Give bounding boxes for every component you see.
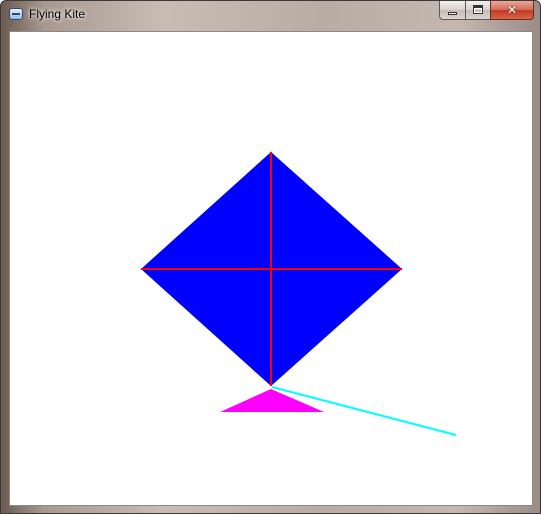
application-window: Flying Kite ✕: [0, 0, 541, 514]
title-bar[interactable]: Flying Kite ✕: [1, 1, 540, 31]
caption-buttons: ✕: [439, 1, 534, 21]
window-title: Flying Kite: [29, 7, 86, 21]
maximize-icon: [473, 5, 483, 14]
app-window-icon[interactable]: [9, 8, 23, 20]
kite-drawing: [141, 152, 457, 436]
minimize-icon: [448, 12, 457, 15]
kite-tail: [220, 389, 324, 412]
close-icon: ✕: [506, 3, 518, 17]
minimize-button[interactable]: [439, 1, 465, 20]
close-button[interactable]: ✕: [490, 1, 534, 20]
drawing-canvas[interactable]: [9, 31, 533, 506]
maximize-button[interactable]: [465, 1, 490, 20]
